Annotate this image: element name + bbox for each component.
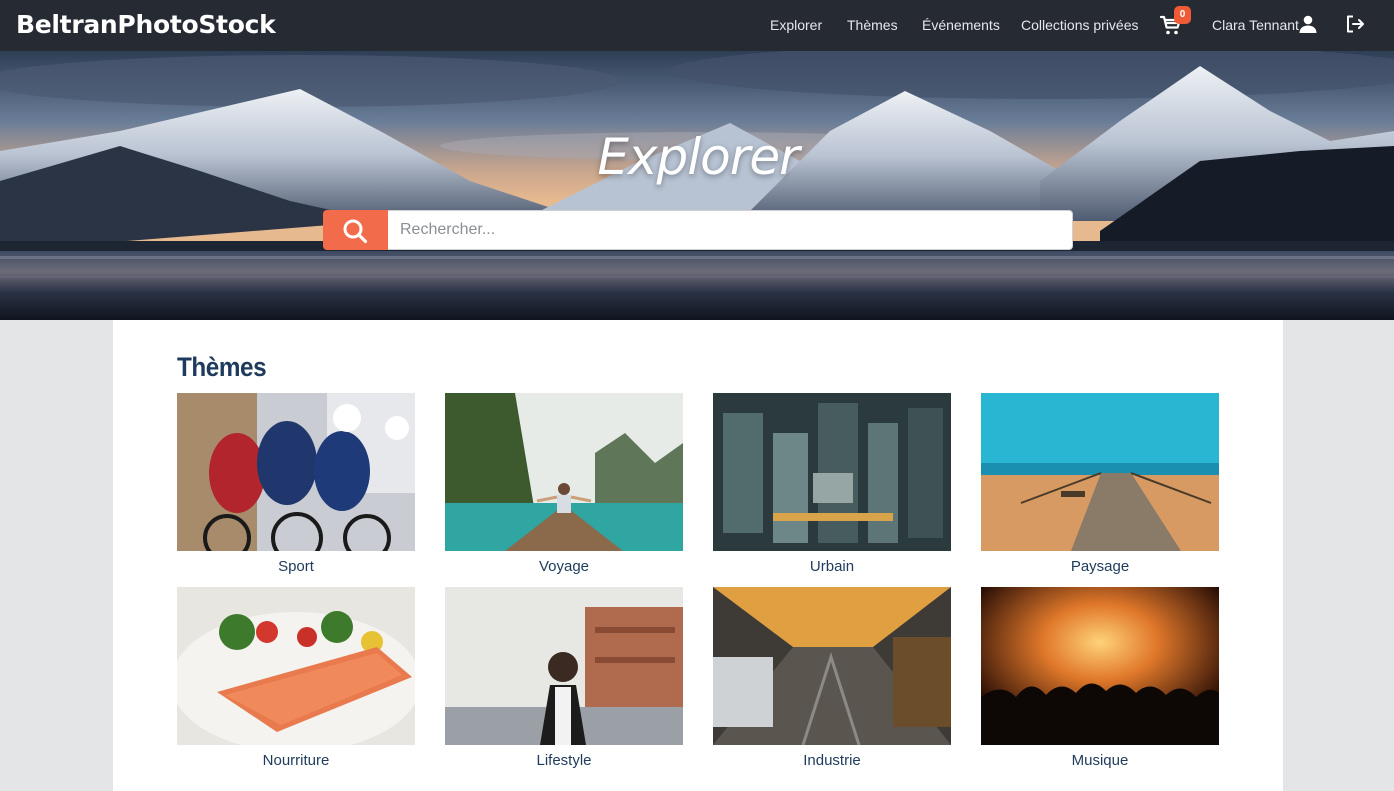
theme-label-lifestyle: Lifestyle bbox=[536, 752, 592, 769]
cart-count-badge: 0 bbox=[1174, 6, 1191, 24]
theme-label-industrie: Industrie bbox=[803, 752, 861, 769]
search-button[interactable] bbox=[323, 210, 388, 250]
search-bar bbox=[323, 210, 1073, 250]
theme-image-nourriture bbox=[177, 587, 415, 745]
user-name[interactable]: Clara Tennant bbox=[1212, 16, 1299, 34]
nav-link-themes[interactable]: Thèmes bbox=[847, 16, 898, 34]
user-icon[interactable] bbox=[1298, 14, 1318, 34]
search-icon bbox=[343, 219, 368, 244]
logout-icon[interactable] bbox=[1345, 14, 1365, 34]
top-navbar: BeltranPhotoStock Explorer Thèmes Événem… bbox=[0, 0, 1394, 51]
theme-label-paysage: Paysage bbox=[1070, 558, 1130, 575]
search-input[interactable] bbox=[388, 210, 1073, 250]
theme-label-urbain: Urbain bbox=[809, 558, 855, 575]
theme-label-musique: Musique bbox=[1071, 752, 1129, 769]
theme-image-voyage bbox=[445, 393, 683, 551]
brand-logo[interactable]: BeltranPhotoStock bbox=[16, 10, 276, 40]
theme-label-nourriture: Nourriture bbox=[262, 752, 330, 769]
hero-title: Explorer bbox=[597, 128, 799, 186]
theme-image-lifestyle bbox=[445, 587, 683, 745]
themes-heading: Thèmes bbox=[177, 352, 267, 382]
theme-image-industrie bbox=[713, 587, 951, 745]
theme-image-sport bbox=[177, 393, 415, 551]
nav-link-explorer[interactable]: Explorer bbox=[770, 16, 822, 34]
theme-image-urbain bbox=[713, 393, 951, 551]
theme-label-sport: Sport bbox=[278, 558, 314, 575]
themes-panel: Thèmes Sport Voyage Urbain Paysage Nourr… bbox=[113, 320, 1283, 791]
theme-image-paysage bbox=[981, 393, 1219, 551]
nav-link-private-collections[interactable]: Collections privées bbox=[1021, 16, 1139, 34]
theme-label-voyage: Voyage bbox=[538, 558, 590, 575]
hero-banner: Explorer bbox=[0, 51, 1394, 320]
theme-image-musique bbox=[981, 587, 1219, 745]
nav-link-events[interactable]: Événements bbox=[922, 16, 1000, 34]
